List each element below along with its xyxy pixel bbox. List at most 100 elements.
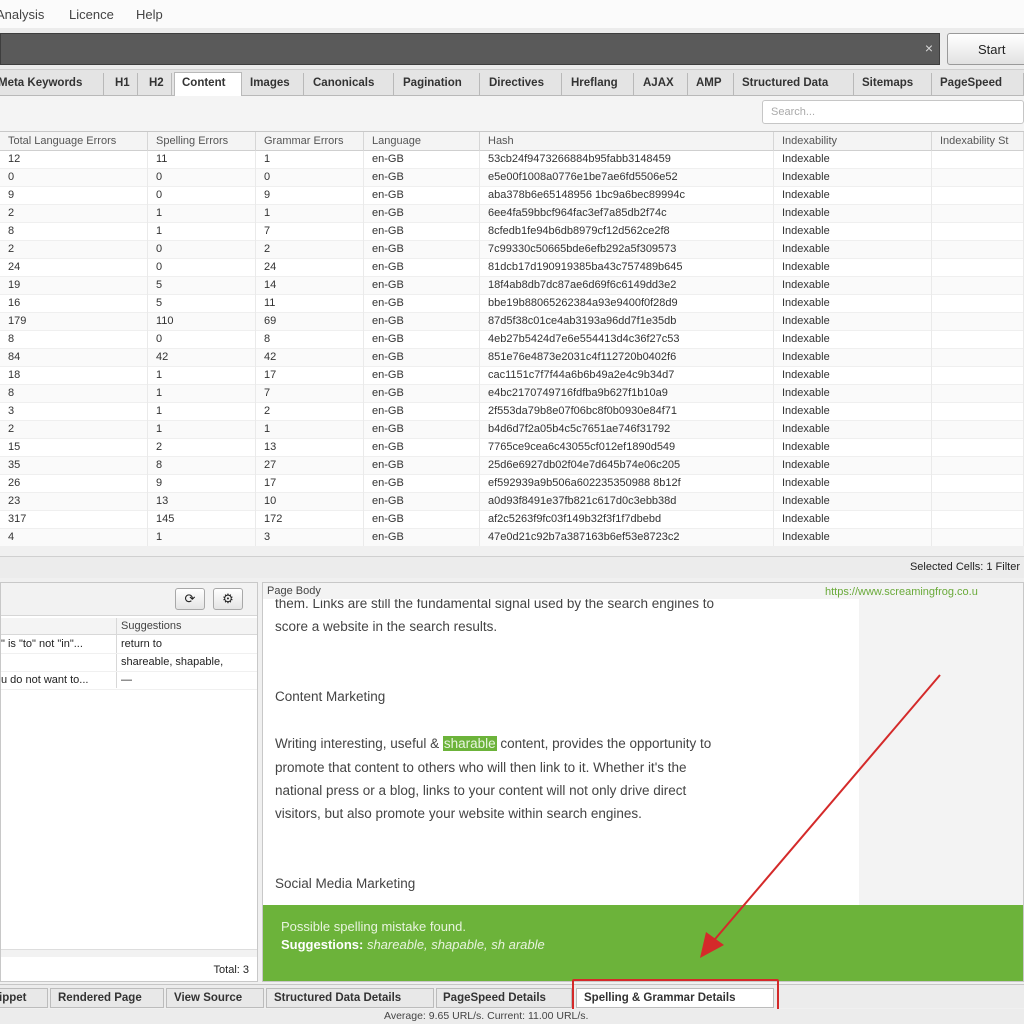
body-text: Writing interesting, useful &	[275, 736, 443, 751]
tab-hreflang[interactable]: Hreflang	[564, 73, 634, 95]
tab-directives[interactable]: Directives	[482, 73, 562, 95]
tab-serp-snippet[interactable]: ippet	[0, 988, 48, 1008]
tab-rendered-page[interactable]: Rendered Page	[50, 988, 164, 1008]
refresh-icon[interactable]: ⟳	[175, 588, 205, 610]
table-row[interactable]: 0 0 0 en-GB e5e00f1008a0776e1be7ae6fd5506e52…	[0, 169, 1024, 187]
col-language[interactable]: Language	[364, 132, 480, 151]
page-url-link[interactable]: https://www.screamingfrog.co.u	[825, 586, 978, 598]
menu-analysis[interactable]: Analysis	[0, 7, 44, 22]
table-row[interactable]: 317 145 172 en-GB af2c5263f9fc03f149b32f3f1f…	[0, 511, 1024, 529]
issues-header: Suggestions	[1, 618, 257, 635]
cell-hash: cac1151c7f7f44a6b6b49a2e4c9b34d7	[480, 367, 774, 385]
cell-grammar-errors: 9	[256, 187, 364, 205]
cell-total-errors: 15	[0, 439, 148, 457]
cell-total-errors: 84	[0, 349, 148, 367]
list-item[interactable]: u do not want to... —	[1, 672, 257, 690]
table-row[interactable]: 84 42 42 en-GB 851e76e4873e2031c4f112720b040…	[0, 349, 1024, 367]
table-row[interactable]: 3 1 2 en-GB 2f553da79b8e07f06bc8f0b0930e84f7…	[0, 403, 1024, 421]
table-row[interactable]: 8 1 7 en-GB e4bc2170749716fdfba9b627f1b10a9 I…	[0, 385, 1024, 403]
col-indexability[interactable]: Indexability	[774, 132, 932, 151]
suggestions-column-header[interactable]: Suggestions	[121, 620, 182, 632]
tab-content[interactable]: Content	[174, 72, 242, 96]
table-row[interactable]: 18 1 17 en-GB cac1151c7f7f44a6b6b49a2e4c9b34…	[0, 367, 1024, 385]
tab-pagespeed[interactable]: PageSpeed	[934, 73, 1024, 95]
cell-indexability: Indexable	[774, 313, 932, 331]
table-row[interactable]: 4 1 3 en-GB 47e0d21c92b7a387163b6ef53e8723c2…	[0, 529, 1024, 546]
col-spelling-errors[interactable]: Spelling Errors	[148, 132, 256, 151]
table-row[interactable]: 2 0 2 en-GB 7c99330c50665bde6efb292a5f309573…	[0, 241, 1024, 259]
cell-spelling-errors: 0	[148, 169, 256, 187]
tab-pagespeed-details[interactable]: PageSpeed Details	[436, 988, 572, 1008]
cell-indexability: Indexable	[774, 223, 932, 241]
cell-total-errors: 19	[0, 277, 148, 295]
table-row[interactable]: 9 0 9 en-GB aba378b6e65148956 1bc9a6bec89994…	[0, 187, 1024, 205]
cell-language: en-GB	[364, 277, 480, 295]
tab-h2[interactable]: H2	[142, 73, 172, 95]
clear-icon[interactable]: ×	[925, 40, 933, 56]
tab-h1[interactable]: H1	[108, 73, 138, 95]
list-item[interactable]: " is "to" not "in"... return to	[1, 636, 257, 654]
cell-language: en-GB	[364, 169, 480, 187]
table-row[interactable]: 179 110 69 en-GB 87d5f38c01ce4ab3193a96dd7f1…	[0, 313, 1024, 331]
search-input[interactable]: Search...	[762, 100, 1024, 124]
body-text: content, provides the opportunity to	[496, 736, 712, 751]
cell-language: en-GB	[364, 493, 480, 511]
table-row[interactable]: 2 1 1 en-GB b4d6d7f2a05b4c5c7651ae746f31792 I…	[0, 421, 1024, 439]
table-row[interactable]: 24 0 24 en-GB 81dcb17d190919385ba43c757489b6…	[0, 259, 1024, 277]
list-item[interactable]: shareable, shapable,	[1, 654, 257, 672]
table-row[interactable]: 19 5 14 en-GB 18f4ab8db7dc87ae6d69f6c6149dd3…	[0, 277, 1024, 295]
cell-grammar-errors: 7	[256, 385, 364, 403]
tab-pagination[interactable]: Pagination	[396, 73, 480, 95]
col-hash[interactable]: Hash	[480, 132, 774, 151]
tab-spelling-grammar-details[interactable]: Spelling & Grammar Details	[576, 988, 774, 1008]
cell-grammar-errors: 17	[256, 475, 364, 493]
body-heading: Content Marketing	[275, 689, 386, 704]
tab-view-source[interactable]: View Source	[166, 988, 264, 1008]
tab-structured-data-details[interactable]: Structured Data Details	[266, 988, 434, 1008]
horizontal-scrollbar[interactable]	[1, 949, 257, 957]
table-row[interactable]: 35 8 27 en-GB 25d6e6927db02f04e7d645b74e06c2…	[0, 457, 1024, 475]
url-input[interactable]: ×	[0, 33, 940, 65]
tab-meta-keywords[interactable]: Meta Keywords	[0, 73, 104, 95]
table-row[interactable]: 15 2 13 en-GB 7765ce9cea6c43055cf012ef1890d5…	[0, 439, 1024, 457]
col-total-language-errors[interactable]: Total Language Errors	[0, 132, 148, 151]
cell-spelling-errors: 13	[148, 493, 256, 511]
tab-canonicals[interactable]: Canonicals	[306, 73, 394, 95]
cell-hash: af2c5263f9fc03f149b32f3f1f7dbebd	[480, 511, 774, 529]
cell-indexability-status	[932, 367, 1024, 385]
tab-sitemaps[interactable]: Sitemaps	[856, 73, 932, 95]
table-row[interactable]: 26 9 17 en-GB ef592939a9b506a602235350988 8b…	[0, 475, 1024, 493]
col-indexability-status[interactable]: Indexability St	[932, 132, 1024, 151]
table-row[interactable]: 2 1 1 en-GB 6ee4fa59bbcf964fac3ef7a85db2f74c…	[0, 205, 1024, 223]
cell-total-errors: 35	[0, 457, 148, 475]
col-grammar-errors[interactable]: Grammar Errors	[256, 132, 364, 151]
body-heading: Social Media Marketing	[275, 876, 416, 891]
cell-spelling-errors: 145	[148, 511, 256, 529]
cell-indexability-status	[932, 277, 1024, 295]
cell-total-errors: 2	[0, 241, 148, 259]
table-row[interactable]: 8 1 7 en-GB 8cfedb1fe94b6db8979cf12d562ce2f8…	[0, 223, 1024, 241]
table-row[interactable]: 8 0 8 en-GB 4eb27b5424d7e6e554413d4c36f27c53…	[0, 331, 1024, 349]
cell-indexability-status	[932, 295, 1024, 313]
tab-ajax[interactable]: AJAX	[636, 73, 688, 95]
cell-hash: 81dcb17d190919385ba43c757489b645	[480, 259, 774, 277]
table-row[interactable]: 16 5 11 en-GB bbe19b88065262384a93e9400f0f28…	[0, 295, 1024, 313]
tab-structured-data[interactable]: Structured Data	[736, 73, 854, 95]
cell-indexability: Indexable	[774, 277, 932, 295]
table-row[interactable]: 23 13 10 en-GB a0d93f8491e37fb821c617d0c3ebb…	[0, 493, 1024, 511]
cell-language: en-GB	[364, 187, 480, 205]
cell-indexability-status	[932, 205, 1024, 223]
settings-icon[interactable]: ⚙	[213, 588, 243, 610]
highlighted-misspelling[interactable]: sharable	[442, 736, 497, 751]
table-row[interactable]: 12 11 1 en-GB 53cb24f9473266884b95fabb314845…	[0, 151, 1024, 169]
menu-help[interactable]: Help	[136, 7, 163, 22]
cell-grammar-errors: 1	[256, 151, 364, 169]
menu-licence[interactable]: Licence	[69, 7, 114, 22]
cell-indexability: Indexable	[774, 151, 932, 169]
suggestions-value[interactable]: shareable, shapable, sh arable	[363, 937, 545, 952]
cell-grammar-errors: 69	[256, 313, 364, 331]
cell-spelling-errors: 1	[148, 421, 256, 439]
tab-images[interactable]: Images	[244, 73, 304, 95]
start-button[interactable]: Start	[947, 33, 1024, 65]
tab-amp[interactable]: AMP	[690, 73, 734, 95]
